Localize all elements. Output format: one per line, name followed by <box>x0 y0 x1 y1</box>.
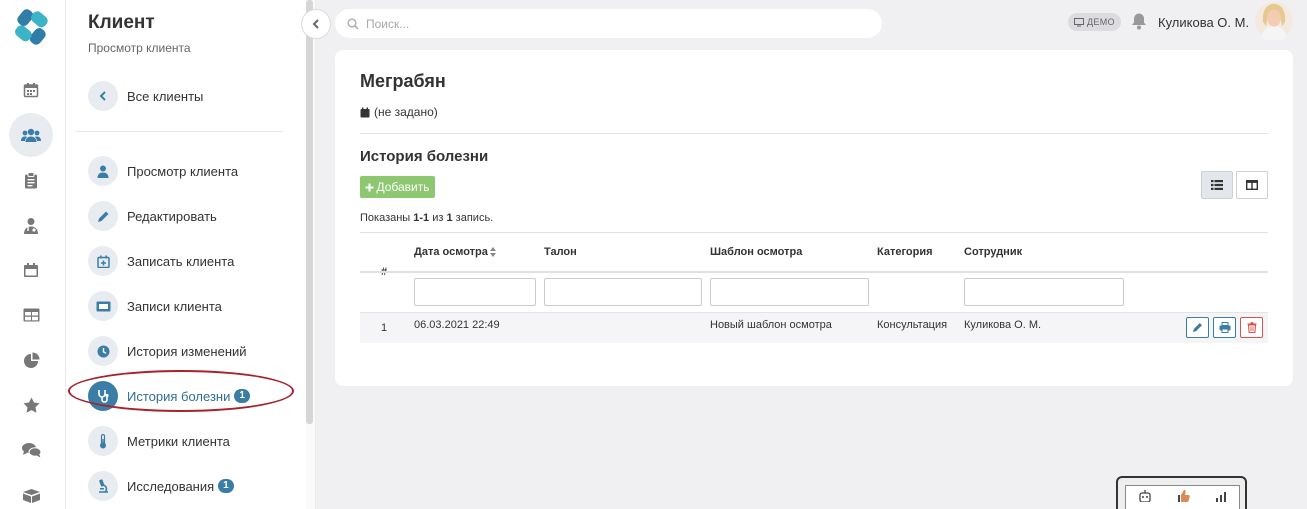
sidebar-item-edit[interactable]: Редактировать <box>88 200 298 232</box>
pie-chart-icon[interactable] <box>9 338 53 382</box>
filter-date-input[interactable] <box>414 278 536 306</box>
birth-date-value: (не задано) <box>374 105 438 119</box>
sort-icon <box>489 247 496 257</box>
column-header-employee[interactable]: Сотрудник <box>964 246 1022 258</box>
sidebar-item-label: Записать клиента <box>127 253 235 269</box>
bell-icon[interactable] <box>1131 12 1147 33</box>
users-icon[interactable] <box>9 113 53 157</box>
calendar-month-icon[interactable] <box>9 248 53 292</box>
sidebar-item-label: Редактировать <box>127 208 217 224</box>
sidebar-item-change-history[interactable]: История изменений <box>88 335 298 367</box>
add-button-label: Добавить <box>376 180 430 194</box>
search-icon <box>347 17 359 30</box>
column-header-ticket[interactable]: Талон <box>544 246 577 258</box>
highlight-annotation <box>68 370 294 412</box>
user-icon <box>88 156 118 186</box>
sidebar-item-view-client[interactable]: Просмотр клиента <box>88 155 298 187</box>
floating-widget[interactable] <box>1116 476 1247 509</box>
sidebar-item-label: Просмотр клиента <box>127 163 239 179</box>
calendar-icon <box>360 107 370 117</box>
star-icon[interactable] <box>9 383 53 427</box>
search-bar[interactable] <box>335 9 882 38</box>
client-card: Меграбян (не задано) История болезни Доб… <box>335 50 1293 386</box>
filter-ticket-input[interactable] <box>544 278 702 306</box>
column-header-template[interactable]: Шаблон осмотра <box>710 246 802 258</box>
monitor-icon <box>1074 17 1084 26</box>
doctor-icon[interactable] <box>9 203 53 247</box>
print-row-button[interactable] <box>1213 317 1236 338</box>
calendar-plus-icon <box>88 246 118 276</box>
sidebar-item-book-client[interactable]: Записать клиента <box>88 245 298 277</box>
user-name[interactable]: Куликова О. М. <box>1158 15 1249 30</box>
table-top-border <box>360 232 1268 233</box>
trash-icon <box>1247 322 1256 333</box>
row-employee: Куликова О. М. <box>964 319 1042 331</box>
birth-date: (не задано) <box>360 105 438 119</box>
sidebar-item-label: Исследования <box>127 478 215 494</box>
calendar-icon[interactable] <box>9 68 53 112</box>
clock-icon <box>88 336 118 366</box>
delete-row-button[interactable] <box>1240 317 1263 338</box>
filter-template-input[interactable] <box>710 278 869 306</box>
microscope-icon <box>88 471 118 501</box>
sidebar-subtitle: Просмотр клиента <box>88 41 191 55</box>
grid-view-button[interactable] <box>1236 171 1268 199</box>
chevron-left-icon <box>88 81 118 111</box>
app-logo[interactable] <box>12 8 50 49</box>
demo-label: ДЕМО <box>1087 17 1115 27</box>
column-header-date[interactable]: Дата осмотра <box>414 246 496 258</box>
pencil-icon <box>88 201 118 231</box>
icon-rail <box>0 0 66 509</box>
count-badge: 1 <box>218 479 234 493</box>
sidebar-item-label: История изменений <box>127 343 247 359</box>
header-divider <box>360 271 1268 273</box>
robot-icon[interactable] <box>1138 490 1152 505</box>
widget-panel <box>1125 485 1240 509</box>
box-icon[interactable] <box>9 473 53 509</box>
table-icon[interactable] <box>9 293 53 337</box>
row-number: 1 <box>381 322 388 334</box>
search-input[interactable] <box>366 16 846 31</box>
ticket-icon <box>88 291 118 321</box>
sidebar-item-client-metrics[interactable]: Метрики клиента <box>88 425 298 457</box>
edit-row-button[interactable] <box>1186 317 1209 338</box>
sidebar-item-research[interactable]: Исследования 1 <box>88 470 298 502</box>
sidebar-divider <box>76 131 283 132</box>
column-header-category[interactable]: Категория <box>877 246 933 258</box>
plus-icon <box>365 183 374 191</box>
chat-icon[interactable] <box>9 428 53 472</box>
row-date: 06.03.2021 22:49 <box>414 319 500 331</box>
chevron-left-icon <box>312 19 319 29</box>
list-icon <box>1211 180 1223 190</box>
thermometer-icon <box>88 426 118 456</box>
avatar[interactable] <box>1255 0 1293 42</box>
pencil-icon <box>1193 323 1202 332</box>
sidebar-item-client-records[interactable]: Записи клиента <box>88 290 298 322</box>
collapse-sidebar-button[interactable] <box>301 9 331 39</box>
sidebar-item-label: Метрики клиента <box>127 433 230 449</box>
filter-employee-input[interactable] <box>964 278 1124 306</box>
signal-icon[interactable] <box>1215 490 1227 505</box>
sidebar-scrollbar-thumb[interactable] <box>306 0 313 424</box>
printer-icon <box>1219 322 1230 333</box>
back-label: Все клиенты <box>127 88 204 104</box>
sidebar-title: Клиент <box>88 12 155 33</box>
demo-badge: ДЕМО <box>1068 13 1121 31</box>
row-category: Консультация <box>877 319 948 331</box>
clipboard-icon[interactable] <box>9 158 53 202</box>
section-title: История болезни <box>360 148 489 165</box>
add-button[interactable]: Добавить <box>360 176 435 198</box>
client-name: Меграбян <box>360 71 446 91</box>
columns-icon <box>1246 180 1258 190</box>
list-view-button[interactable] <box>1201 171 1233 199</box>
sidebar-item-label: Записи клиента <box>127 298 222 314</box>
client-sidebar: Клиент Просмотр клиента Все клиенты Прос… <box>66 0 306 509</box>
row-template: Новый шаблон осмотра <box>710 319 832 331</box>
back-to-clients[interactable]: Все клиенты <box>88 80 298 112</box>
thumbs-up-icon[interactable] <box>1176 490 1191 505</box>
divider <box>360 133 1268 134</box>
summary-text: Показаны 1-1 из 1 запись. <box>360 212 494 224</box>
